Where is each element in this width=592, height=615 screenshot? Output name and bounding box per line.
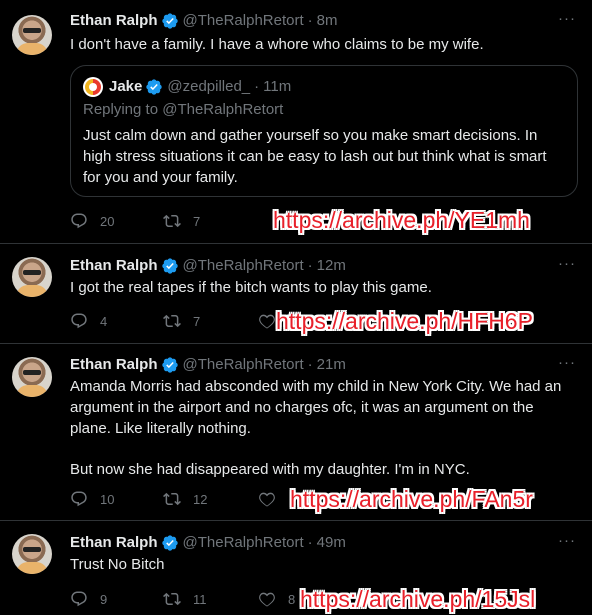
avatar[interactable] [12,357,52,397]
quote-timestamp[interactable]: 11m [263,77,291,97]
tweet-paragraph: I got the real tapes if the bitch wants … [70,279,432,296]
tweet[interactable]: Ethan Ralph @TheRalphRetort · 12m ··· I … [0,244,592,344]
like-icon [259,314,275,329]
separator: · [307,356,313,373]
retweet-icon [163,314,181,328]
tweet-paragraph: Amanda Morris had absconded with my chil… [70,378,562,437]
retweet-button[interactable]: 7 [163,312,258,330]
reply-count: 4 [100,313,108,329]
author-name[interactable]: Ethan Ralph [70,11,158,31]
retweet-icon [163,592,181,606]
quote-author-name[interactable]: Jake [109,77,142,97]
more-icon[interactable]: ··· [558,532,576,549]
tweet-actions: 4 7 [70,312,288,330]
reply-count: 10 [100,491,115,507]
retweet-icon [163,214,181,228]
like-icon [259,492,275,507]
quote-avatar[interactable] [83,77,103,97]
author-handle[interactable]: @TheRalphRetort [183,533,304,553]
retweet-button[interactable]: 7 [163,212,258,230]
retweet-count: 12 [193,491,208,507]
tweet-text: Trust No Bitch [70,555,578,575]
verified-badge-icon [146,79,163,95]
tweet-header: Ethan Ralph @TheRalphRetort · 49m [70,533,346,553]
like-icon [259,592,275,607]
reply-button[interactable]: 9 [70,590,163,608]
tweet-text: I got the real tapes if the bitch wants … [70,278,578,298]
author-name[interactable]: Ethan Ralph [70,533,158,553]
separator: · [307,257,313,274]
reply-icon [71,213,87,229]
reply-button[interactable]: 4 [70,312,163,330]
retweet-count: 11 [193,591,207,607]
retweet-button[interactable]: 12 [163,490,258,508]
retweet-count: 7 [193,213,201,229]
tweet-actions: 10 12 [70,490,288,508]
like-count: 8 [288,591,296,607]
timestamp[interactable]: 8m [317,11,338,31]
more-icon[interactable]: ··· [558,10,576,27]
tweet[interactable]: Ethan Ralph @TheRalphRetort · 21m ··· Am… [0,344,592,521]
author-handle[interactable]: @TheRalphRetort [183,355,304,375]
reply-button[interactable]: 10 [70,490,163,508]
more-icon[interactable]: ··· [558,354,576,371]
reply-count: 20 [100,213,115,229]
tweet-paragraph: But now she had disappeared with my daug… [70,461,470,478]
timestamp[interactable]: 49m [317,533,346,553]
reply-icon [71,313,87,329]
verified-badge-icon [161,535,178,551]
archive-link[interactable]: https://archive.ph/15Jsl [300,586,535,613]
quote-text: Just calm down and gather yourself so yo… [83,127,547,186]
retweet-button[interactable]: 11 [163,590,258,608]
verified-badge-icon [161,258,178,274]
tweet[interactable]: Ethan Ralph @TheRalphRetort · 49m ··· Tr… [0,521,592,615]
tweet[interactable]: Ethan Ralph @TheRalphRetort · 8m ··· I d… [0,0,592,244]
avatar[interactable] [12,257,52,297]
tweet-text: I don't have a family. I have a whore wh… [70,35,578,55]
quote-author-handle[interactable]: @zedpilled_ [167,77,250,97]
avatar[interactable] [12,534,52,574]
quote-header: Jake @zedpilled_ · 11m [83,77,291,97]
archive-link[interactable]: https://archive.ph/FAn5r [290,486,533,513]
author-name[interactable]: Ethan Ralph [70,355,158,375]
avatar[interactable] [12,15,52,55]
separator: · [307,534,313,551]
tweet-header: Ethan Ralph @TheRalphRetort · 12m [70,256,346,276]
like-button[interactable]: 8 [258,590,295,608]
timestamp[interactable]: 12m [317,256,346,276]
retweet-count: 7 [193,313,201,329]
archive-link[interactable]: https://archive.ph/HFH6P [276,308,533,335]
retweet-icon [163,492,181,506]
tweet-actions: 9 11 8 [70,590,295,608]
more-icon[interactable]: ··· [558,255,576,272]
tweet-paragraph: I don't have a family. I have a whore wh… [70,36,484,53]
separator: · [254,78,260,95]
author-name[interactable]: Ethan Ralph [70,256,158,276]
quoted-tweet[interactable]: Jake @zedpilled_ · 11m Replying to @TheR… [70,65,578,197]
like-button[interactable] [258,490,288,508]
tweet-text: Amanda Morris had absconded with my chil… [70,376,578,480]
tweet-paragraph: Trust No Bitch [70,556,165,573]
reply-icon [71,591,87,607]
replying-to: Replying to @TheRalphRetort [83,101,284,118]
reply-button[interactable]: 20 [70,212,163,230]
author-handle[interactable]: @TheRalphRetort [183,11,304,31]
timestamp[interactable]: 21m [317,355,346,375]
verified-badge-icon [161,357,178,373]
tweet-actions: 20 7 [70,212,258,230]
archive-link[interactable]: https://archive.ph/YE1mh [273,207,530,234]
reply-count: 9 [100,591,108,607]
tweet-header: Ethan Ralph @TheRalphRetort · 21m [70,355,346,375]
separator: · [307,12,313,29]
author-handle[interactable]: @TheRalphRetort [183,256,304,276]
reply-icon [71,491,87,507]
verified-badge-icon [161,13,178,29]
tweet-header: Ethan Ralph @TheRalphRetort · 8m [70,11,337,31]
